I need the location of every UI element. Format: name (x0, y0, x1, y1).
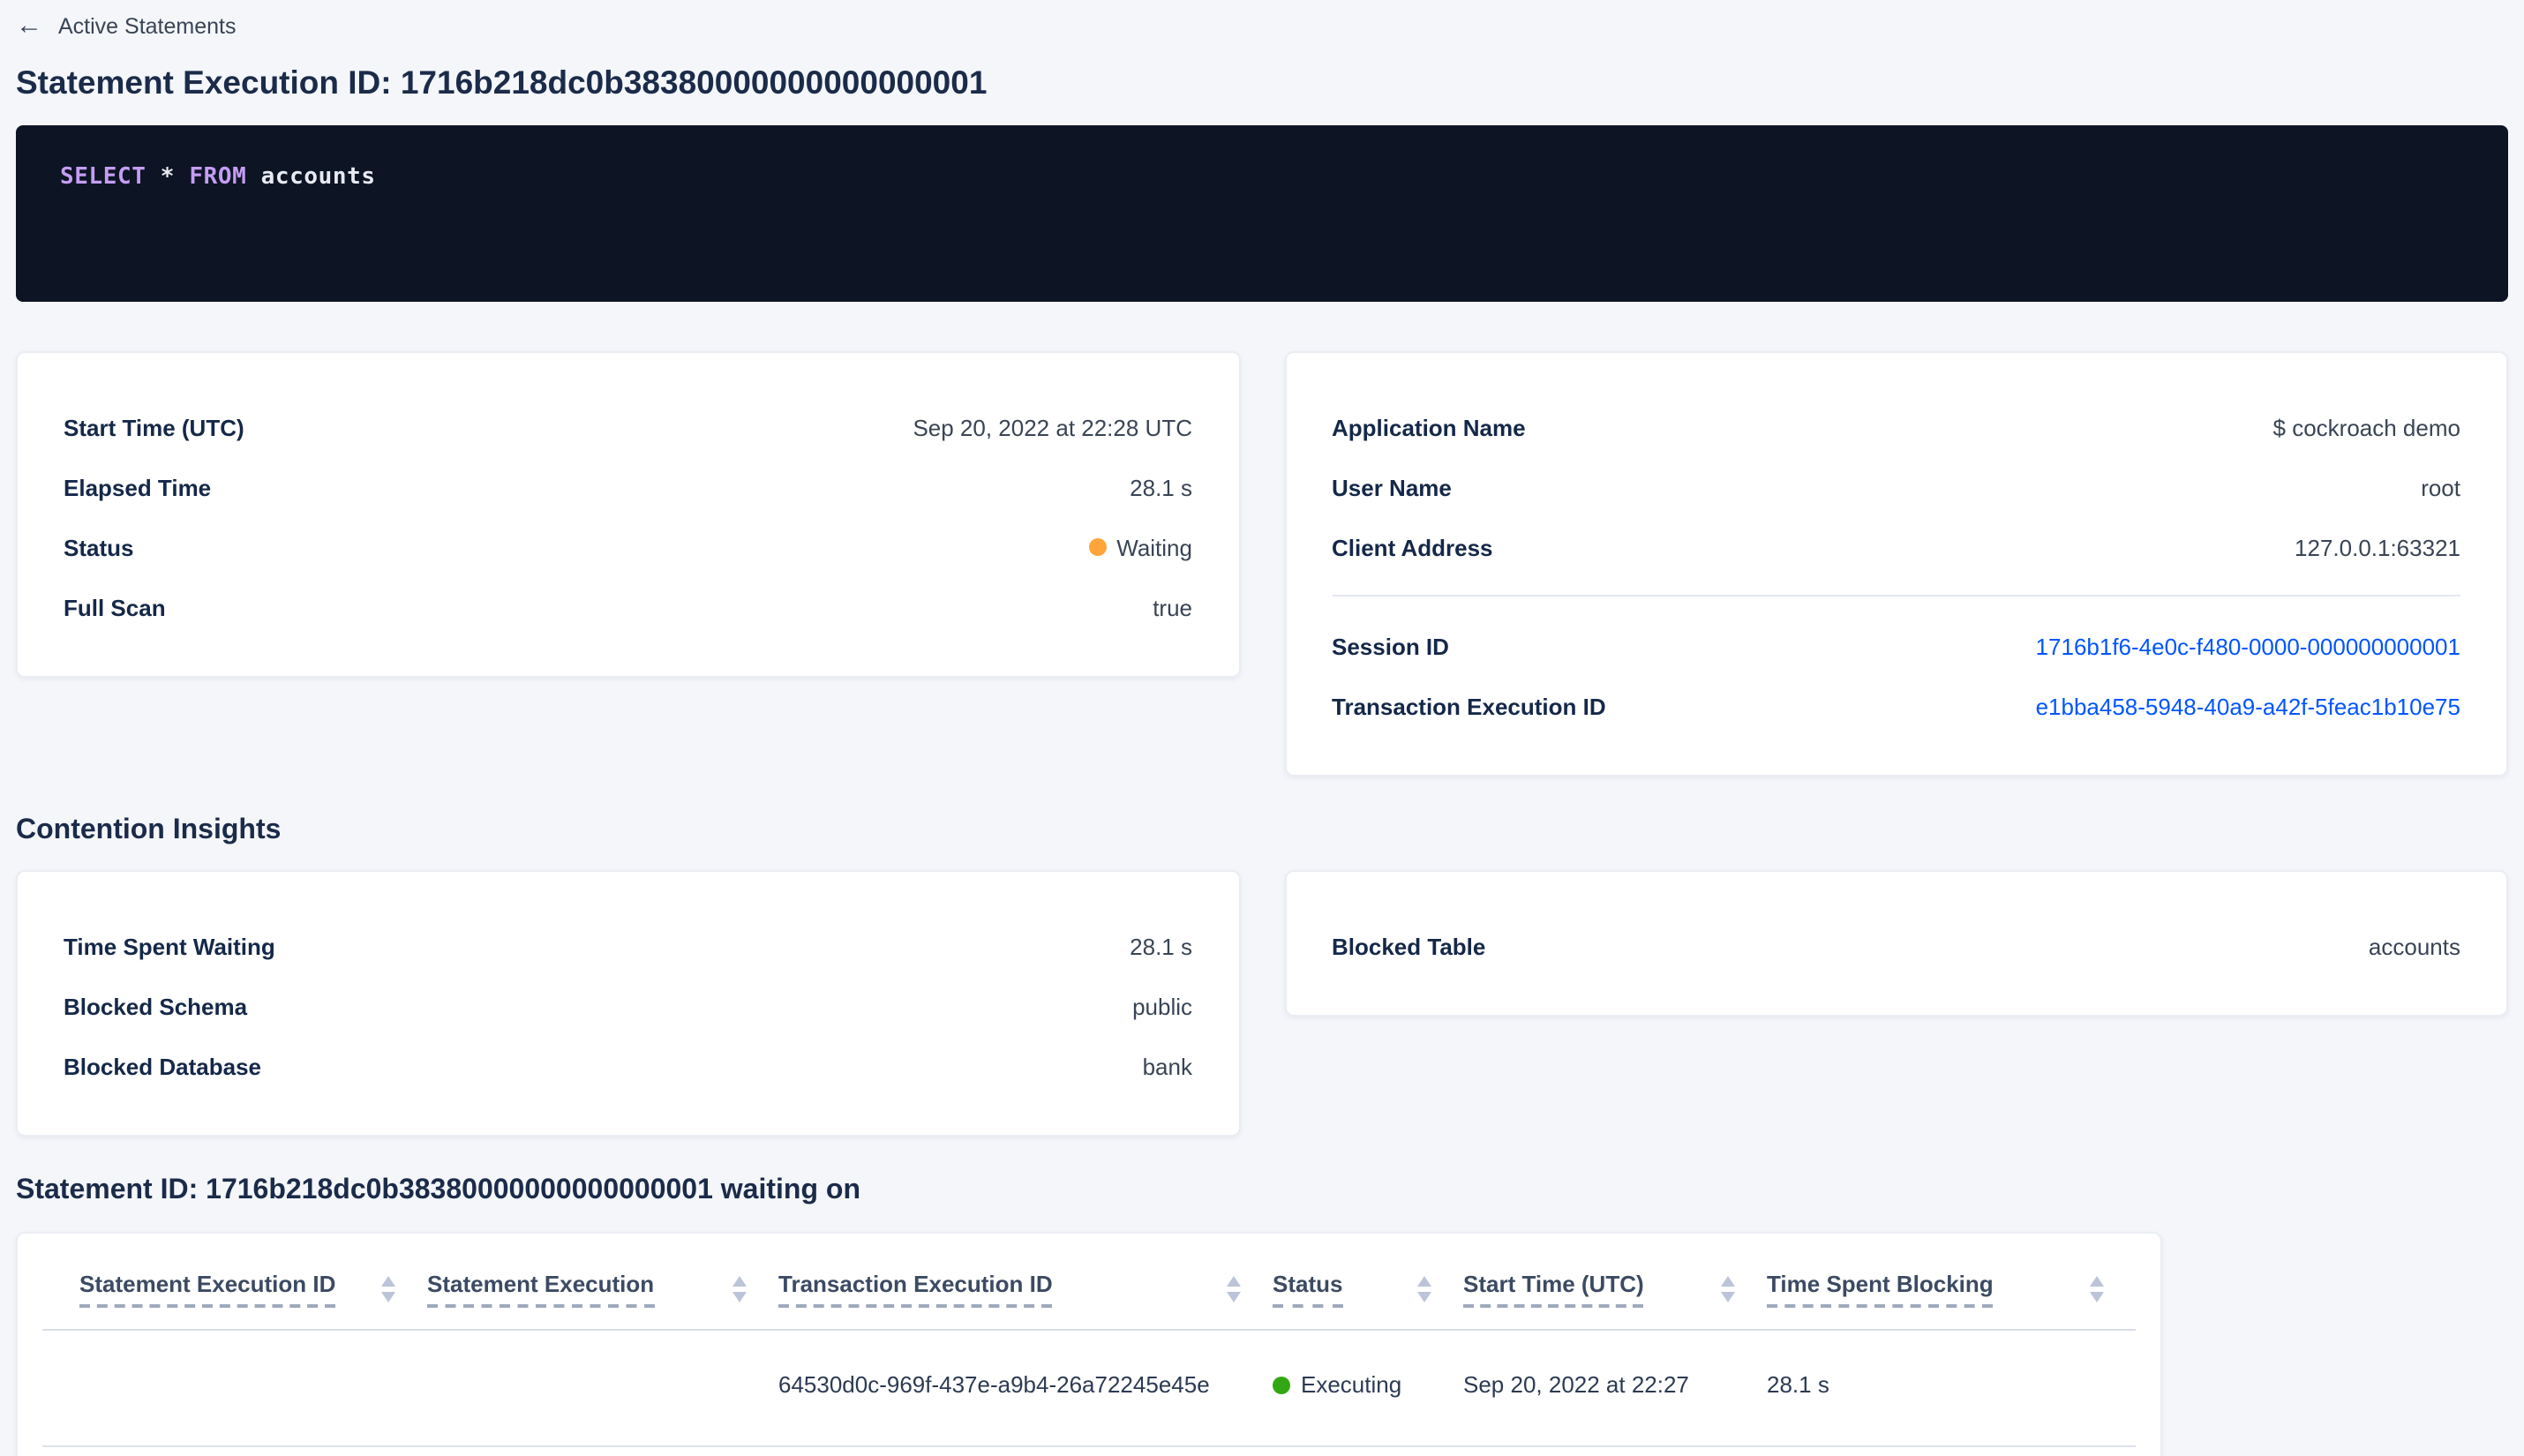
user-name-label: User Name (1332, 474, 1452, 500)
contention-insights-heading: Contention Insights (16, 815, 282, 845)
time-spent-waiting-label: Time Spent Waiting (64, 933, 275, 959)
table-row: 64530d0c-969f-437e-a9b4-26a72245e45e Exe… (42, 1330, 2136, 1446)
cell-start-time: Sep 20, 2022 at 22:27 (1463, 1330, 1767, 1446)
cell-transaction-execution-id: 64530d0c-969f-437e-a9b4-26a72245e45e (778, 1330, 1273, 1446)
session-id-label: Session ID (1332, 633, 1449, 659)
sql-keyword: SELECT (60, 164, 146, 191)
blocked-schema-label: Blocked Schema (64, 993, 248, 1019)
column-header-status[interactable]: Status (1273, 1234, 1463, 1331)
page-title: Statement Execution ID: 1716b218dc0b3838… (16, 64, 988, 101)
caret-up-icon (381, 1276, 395, 1287)
overview-row-status: Status Waiting (64, 517, 1192, 577)
column-header-transaction-execution-id[interactable]: Transaction Execution ID (778, 1234, 1273, 1331)
caret-down-icon (2090, 1292, 2104, 1302)
status-text: Executing (1301, 1371, 1402, 1398)
column-header-statement-execution-id[interactable]: Statement Execution ID (42, 1234, 427, 1331)
start-time-label: Start Time (UTC) (64, 414, 244, 440)
transaction-execution-id-link[interactable]: e1bba458-5948-40a9-a42f-5feac1b10e75 (2036, 693, 2460, 719)
sql-text: accounts (246, 164, 376, 191)
waiting-on-table: Statement Execution ID Statement Executi… (42, 1234, 2136, 1446)
overview-row-full-scan: Full Scan true (64, 577, 1192, 637)
cell-status: Executing (1273, 1330, 1463, 1446)
contention-blocked-table-card: Blocked Table accounts (1284, 870, 2508, 1017)
status-label: Status (64, 534, 134, 560)
blocked-table-value: accounts (2368, 933, 2460, 959)
sort-icon[interactable] (1227, 1276, 1241, 1302)
session-row-application-name: Application Name $ cockroach demo (1332, 397, 2460, 457)
caret-down-icon (1417, 1292, 1431, 1302)
caret-up-icon (1417, 1276, 1431, 1287)
transaction-execution-id-label: Transaction Execution ID (1332, 693, 1606, 719)
back-link[interactable]: ← Active Statements (16, 0, 2508, 39)
session-row-user-name: User Name root (1332, 457, 2460, 517)
blocked-schema-value: public (1132, 993, 1192, 1019)
caret-down-icon (381, 1292, 395, 1302)
contention-cards-row: Time Spent Waiting 28.1 s Blocked Schema… (16, 870, 2508, 1137)
sort-icon[interactable] (1721, 1276, 1735, 1302)
session-id-link[interactable]: 1716b1f6-4e0c-f480-0000-000000000001 (2036, 633, 2460, 659)
table-header-row: Statement Execution ID Statement Executi… (42, 1234, 2136, 1331)
session-row-client-address: Client Address 127.0.0.1:63321 (1332, 517, 2460, 577)
statement-execution-details-page: ← Active Statements Statement Execution … (0, 0, 2524, 1456)
client-address-label: Client Address (1332, 534, 1493, 560)
sort-icon[interactable] (2090, 1276, 2104, 1302)
contention-row-blocked-database: Blocked Database bank (64, 1036, 1192, 1096)
start-time-value: Sep 20, 2022 at 22:28 UTC (913, 414, 1192, 440)
user-name-value: root (2421, 474, 2460, 500)
sql-statement-box: SELECT * FROM accounts (16, 125, 2508, 302)
sql-statement: SELECT * FROM accounts (60, 164, 2464, 191)
cell-statement-execution-id (42, 1330, 427, 1446)
caret-up-icon (2090, 1276, 2104, 1287)
column-header-time-spent-blocking[interactable]: Time Spent Blocking (1767, 1234, 2136, 1331)
blocked-table-label: Blocked Table (1332, 933, 1486, 959)
application-name-value: $ cockroach demo (2272, 414, 2460, 440)
back-link-label: Active Statements (58, 13, 237, 38)
app-viewport: ← Active Statements Statement Execution … (0, 0, 2524, 1456)
full-scan-label: Full Scan (64, 594, 166, 620)
blocked-database-label: Blocked Database (64, 1053, 261, 1079)
contention-row-blocked-table: Blocked Table accounts (1332, 916, 2460, 976)
elapsed-time-value: 28.1 s (1130, 474, 1192, 500)
sort-icon[interactable] (1417, 1276, 1431, 1302)
summary-cards-row: Start Time (UTC) Sep 20, 2022 at 22:28 U… (16, 351, 2508, 777)
contention-row-blocked-schema: Blocked Schema public (64, 976, 1192, 1036)
time-spent-waiting-value: 28.1 s (1130, 933, 1192, 959)
caret-down-icon (732, 1292, 747, 1302)
waiting-on-table-card: Statement Execution ID Statement Executi… (16, 1232, 2162, 1456)
overview-card: Start Time (UTC) Sep 20, 2022 at 22:28 U… (16, 351, 1240, 678)
caret-down-icon (1227, 1292, 1241, 1302)
status-value: Waiting (1116, 534, 1192, 560)
executing-status-dot-icon (1273, 1376, 1290, 1393)
cell-time-spent-blocking: 28.1 s (1767, 1330, 2136, 1446)
column-header-statement-execution[interactable]: Statement Execution (427, 1234, 778, 1331)
overview-row-elapsed-time: Elapsed Time 28.1 s (64, 457, 1192, 517)
card-divider (1332, 595, 2460, 597)
contention-waiting-card: Time Spent Waiting 28.1 s Blocked Schema… (16, 870, 1240, 1137)
column-header-start-time[interactable]: Start Time (UTC) (1463, 1234, 1767, 1331)
arrow-left-icon: ← (16, 11, 42, 41)
caret-up-icon (1227, 1276, 1241, 1287)
sort-icon[interactable] (732, 1276, 747, 1302)
sql-text: * (146, 164, 190, 191)
client-address-value: 127.0.0.1:63321 (2295, 534, 2460, 560)
status-badge: Waiting (1088, 534, 1192, 560)
waiting-status-dot-icon (1088, 538, 1107, 556)
caret-up-icon (732, 1276, 747, 1287)
full-scan-value: true (1153, 594, 1192, 620)
caret-up-icon (1721, 1276, 1735, 1287)
application-name-label: Application Name (1332, 414, 1526, 440)
sql-keyword: FROM (189, 164, 247, 191)
session-row-transaction-execution-id: Transaction Execution ID e1bba458-5948-4… (1332, 676, 2460, 736)
elapsed-time-label: Elapsed Time (64, 474, 212, 500)
session-card: Application Name $ cockroach demo User N… (1284, 351, 2508, 777)
session-row-session-id: Session ID 1716b1f6-4e0c-f480-0000-00000… (1332, 616, 2460, 676)
contention-row-time-spent-waiting: Time Spent Waiting 28.1 s (64, 916, 1192, 976)
sort-icon[interactable] (381, 1276, 395, 1302)
overview-row-start-time: Start Time (UTC) Sep 20, 2022 at 22:28 U… (64, 397, 1192, 457)
cell-statement-execution (427, 1330, 778, 1446)
blocked-database-value: bank (1142, 1053, 1192, 1079)
waiting-on-heading: Statement ID: 1716b218dc0b38380000000000… (16, 1175, 860, 1205)
caret-down-icon (1721, 1292, 1735, 1302)
